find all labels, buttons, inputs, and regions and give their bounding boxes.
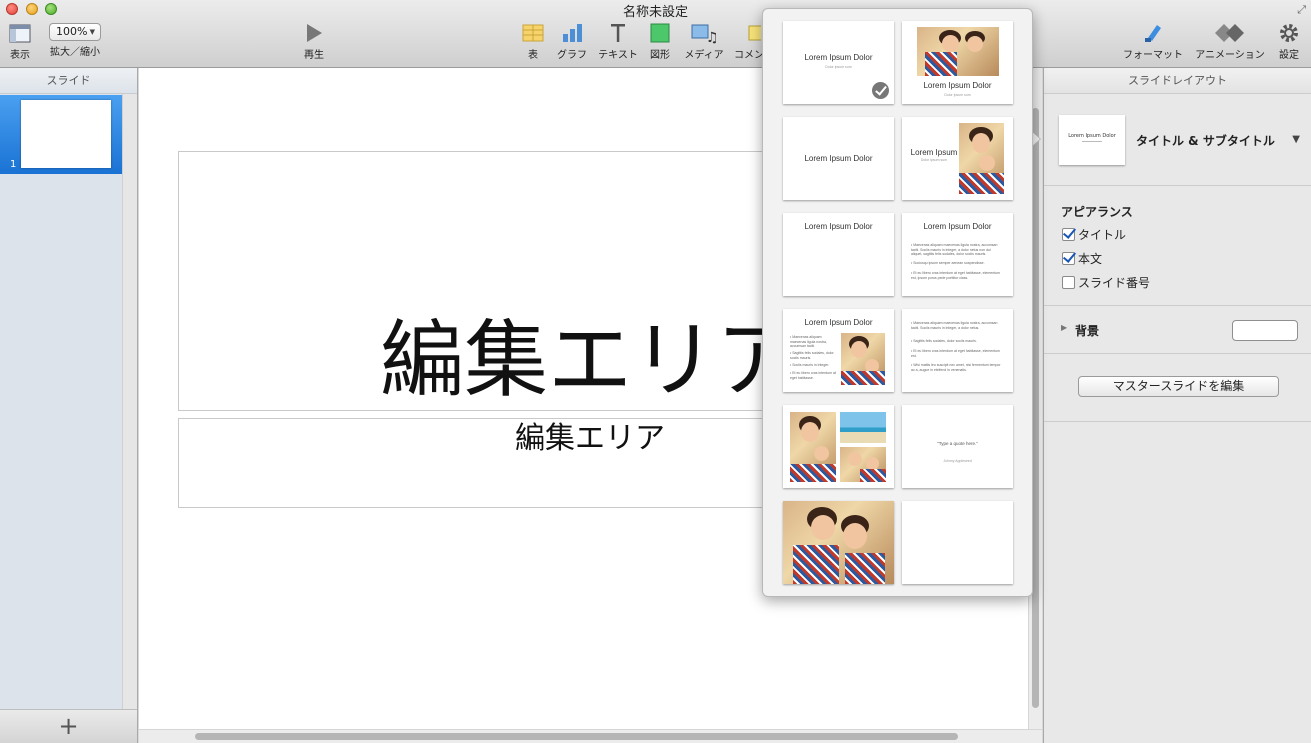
paintbrush-icon <box>1122 22 1184 44</box>
gear-icon <box>1276 22 1302 44</box>
kids-photo <box>790 412 836 482</box>
table-button[interactable]: 表 <box>519 22 547 61</box>
media-icon: ♫ <box>682 22 726 46</box>
background-section: ▶ 背景 <box>1044 306 1311 354</box>
layout-title-subtitle[interactable]: Lorem Ipsum Dolor Dolor ipsum sum <box>783 21 894 104</box>
edit-master-slide-button[interactable]: マスタースライドを編集 <box>1078 376 1279 397</box>
kids-photo <box>841 333 885 385</box>
slide-navigator-scrollbar[interactable] <box>122 94 137 709</box>
zoom-control[interactable]: 100% ▼ 拡大／縮小 <box>46 20 104 58</box>
slide-navigator-footer: + <box>0 709 137 743</box>
layout-title-photo-right[interactable]: Lorem Ipsum Dolor ipsum sum <box>902 117 1013 200</box>
settings-button[interactable]: 設定 <box>1276 22 1302 61</box>
slide-navigator: スライド 1 + <box>0 68 138 743</box>
text-button[interactable]: テキスト <box>596 22 640 61</box>
layout-blank[interactable] <box>902 501 1013 584</box>
current-layout-row[interactable]: Lorem Ipsum Dolor タイトル & サブタイトル ▼ <box>1044 94 1311 186</box>
toolbar: 名称未設定 ⤢ 表示 100% ▼ 拡大／縮小 再生 表 グラフ テキスト 図形… <box>0 0 1311 68</box>
format-button[interactable]: フォーマット <box>1122 22 1184 61</box>
vertical-scrollbar-thumb[interactable] <box>1032 108 1039 708</box>
title-checkbox-row[interactable]: タイトル <box>1062 226 1126 242</box>
kids-photo <box>840 447 886 482</box>
slide-thumbnail[interactable] <box>21 100 111 168</box>
shape-button[interactable]: 図形 <box>646 22 674 61</box>
fullscreen-icon[interactable]: ⤢ <box>1297 3 1306 17</box>
view-button[interactable]: 表示 <box>6 22 34 61</box>
horizontal-scrollbar[interactable] <box>139 729 1042 743</box>
layout-photo-full[interactable] <box>783 501 894 584</box>
appearance-section: アピアランス タイトル 本文 スライド番号 <box>1044 186 1311 306</box>
table-icon <box>519 22 547 44</box>
inspector-panel: スライドレイアウト Lorem Ipsum Dolor タイトル & サブタイト… <box>1043 68 1311 743</box>
layout-bullets[interactable]: • Maecenas aliquam maecenas ligula nostr… <box>902 309 1013 392</box>
layout-title-only[interactable]: Lorem Ipsum Dolor <box>783 213 894 296</box>
animation-button[interactable]: アニメーション <box>1194 22 1266 61</box>
current-layout-thumbnail[interactable]: Lorem Ipsum Dolor <box>1059 115 1125 165</box>
chevron-down-icon: ▼ <box>89 28 95 36</box>
body-checkbox[interactable] <box>1062 252 1075 265</box>
window-title: 名称未設定 <box>622 5 688 20</box>
comment-button[interactable]: コメン <box>734 22 764 61</box>
bar-chart-icon <box>555 22 589 44</box>
view-icon <box>6 22 34 44</box>
layout-title-bullets-photo[interactable]: Lorem Ipsum Dolor • Maecenas aliquam mae… <box>783 309 894 392</box>
disclosure-triangle-icon[interactable]: ▶ <box>1061 323 1067 332</box>
play-icon <box>300 22 328 44</box>
master-slide-section: マスタースライドを編集 <box>1044 354 1311 422</box>
kids-photo <box>959 123 1004 194</box>
kids-photo <box>783 501 894 584</box>
comment-icon <box>734 22 764 44</box>
media-button[interactable]: ♫ メディア <box>682 22 726 61</box>
text-icon <box>596 22 640 44</box>
layout-title-bullets[interactable]: Lorem Ipsum Dolor • Maecenas aliquam mae… <box>902 213 1013 296</box>
slide-number: 1 <box>10 159 17 170</box>
slide-number-checkbox-row[interactable]: スライド番号 <box>1062 274 1150 290</box>
background-color-well[interactable] <box>1232 320 1298 341</box>
selected-checkmark-icon <box>872 82 889 99</box>
zoom-select[interactable]: 100% ▼ <box>49 23 101 41</box>
slide-number-checkbox[interactable] <box>1062 276 1075 289</box>
add-slide-button[interactable]: + <box>58 712 78 740</box>
layout-name[interactable]: タイトル & サブタイトル <box>1136 132 1275 149</box>
shape-icon <box>646 22 674 44</box>
inspector-header: スライドレイアウト <box>1044 68 1311 94</box>
kids-photo <box>917 27 999 76</box>
title-checkbox[interactable] <box>1062 228 1075 241</box>
body-checkbox-row[interactable]: 本文 <box>1062 250 1102 266</box>
background-label[interactable]: 背景 <box>1075 322 1099 339</box>
layout-title-center[interactable]: Lorem Ipsum Dolor <box>783 117 894 200</box>
layout-dropdown-arrow-icon[interactable]: ▼ <box>1292 134 1300 145</box>
layout-photo-title[interactable]: Lorem Ipsum Dolor Dolor ipsum sum <box>902 21 1013 104</box>
beach-photo <box>840 412 886 443</box>
horizontal-scrollbar-thumb[interactable] <box>195 733 958 740</box>
play-button[interactable]: 再生 <box>300 22 328 61</box>
layout-photo-collage[interactable] <box>783 405 894 488</box>
layout-quote[interactable]: "Type a quote here." Johnny Appleseed <box>902 405 1013 488</box>
appearance-title: アピアランス <box>1061 205 1133 219</box>
layout-chooser-popover: Lorem Ipsum Dolor Dolor ipsum sum Lorem … <box>762 8 1033 597</box>
slide-thumbnail-selected[interactable]: 1 <box>0 95 123 174</box>
animation-icon <box>1194 22 1266 44</box>
slide-navigator-header: スライド <box>0 68 137 94</box>
chart-button[interactable]: グラフ <box>555 22 589 61</box>
svg-text:♫: ♫ <box>706 30 718 44</box>
